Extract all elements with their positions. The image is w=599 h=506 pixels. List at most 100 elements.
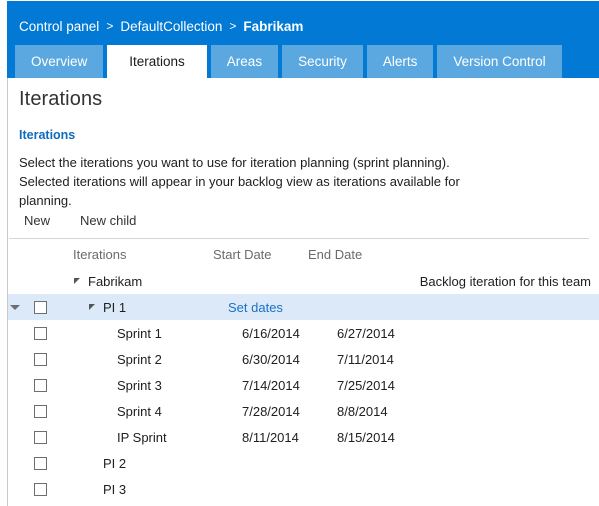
row-start-date: 8/11/2014 <box>242 429 299 445</box>
row-name-label: IP Sprint <box>117 429 167 445</box>
table-row[interactable]: PI 3 <box>8 476 599 502</box>
row-checkbox[interactable] <box>33 456 47 470</box>
table-row[interactable]: PI 1 Set dates <box>8 294 599 320</box>
row-start-date: 7/14/2014 <box>242 377 300 393</box>
row-gutter <box>8 372 21 398</box>
breadcrumb-item-fabrikam[interactable]: Fabrikam <box>243 19 303 34</box>
row-checkbox-cell <box>21 398 59 424</box>
row-name-label: PI 1 <box>103 299 127 315</box>
new-child-button[interactable]: New child <box>76 211 140 230</box>
chevron-down-icon[interactable] <box>9 304 20 310</box>
grid-toolbar: New New child <box>9 203 589 239</box>
backlog-iteration-note: Backlog iteration for this team <box>419 273 591 289</box>
grid-check-header <box>21 240 59 268</box>
expand-collapse-arrow-icon[interactable] <box>88 302 99 313</box>
expand-collapse-arrow-icon <box>88 458 99 469</box>
content-pane: Iterations Iterations Select the iterati… <box>7 78 599 506</box>
tab-overview[interactable]: Overview <box>15 45 104 78</box>
row-name-label: Sprint 4 <box>117 403 162 419</box>
breadcrumb-separator-icon: > <box>106 19 114 33</box>
grid-header-row: Iterations Start Date End Date <box>8 240 599 268</box>
expand-collapse-arrow-icon <box>102 380 113 391</box>
row-gutter <box>8 320 21 346</box>
expand-collapse-arrow-icon <box>102 354 113 365</box>
expand-collapse-arrow-icon[interactable] <box>73 276 84 287</box>
row-name-label: Sprint 3 <box>117 377 162 393</box>
tab-iterations[interactable]: Iterations <box>107 45 207 78</box>
grid-gutter-header <box>8 240 21 268</box>
section-description: Select the iterations you want to use fo… <box>19 155 460 208</box>
row-checkbox-cell <box>21 268 59 294</box>
tab-label: Iterations <box>129 54 185 69</box>
row-name-cell: Sprint 3 <box>59 372 242 398</box>
tab-security[interactable]: Security <box>282 45 363 78</box>
breadcrumb-item-default-collection[interactable]: DefaultCollection <box>120 19 222 34</box>
column-header-end-date: End Date <box>308 246 363 262</box>
row-checkbox-cell <box>21 346 59 372</box>
row-name-cell: IP Sprint <box>59 424 242 450</box>
row-end-date: 7/25/2014 <box>337 377 395 393</box>
page-header: Control panel > DefaultCollection > Fabr… <box>0 0 599 78</box>
row-start-date: 7/28/2014 <box>242 403 300 419</box>
expand-collapse-arrow-icon <box>102 432 113 443</box>
row-gutter <box>8 424 21 450</box>
row-checkbox-cell <box>21 320 59 346</box>
table-row[interactable]: Sprint 1 6/16/2014 6/27/2014 <box>8 320 599 346</box>
expand-collapse-arrow-icon <box>88 484 99 495</box>
row-name-label: Sprint 2 <box>117 351 162 367</box>
table-row[interactable]: Sprint 3 7/14/2014 7/25/2014 <box>8 372 599 398</box>
row-name-cell: PI 1 <box>59 294 228 320</box>
row-name-label: PI 3 <box>103 481 127 497</box>
row-name-cell: Sprint 2 <box>59 346 242 372</box>
tab-areas[interactable]: Areas <box>210 45 279 78</box>
control-panel-window: Control panel > DefaultCollection > Fabr… <box>0 0 599 506</box>
table-row[interactable]: IP Sprint 8/11/2014 8/15/2014 <box>8 424 599 450</box>
table-row[interactable]: PI 2 <box>8 450 599 476</box>
new-button[interactable]: New <box>20 211 54 230</box>
row-gutter <box>8 476 21 502</box>
row-checkbox-cell <box>21 372 59 398</box>
row-name-cell: Sprint 1 <box>59 320 242 346</box>
row-start-date: Set dates <box>228 300 323 315</box>
breadcrumb-item-control-panel[interactable]: Control panel <box>19 19 99 34</box>
tab-label: Areas <box>226 54 263 69</box>
row-checkbox[interactable] <box>33 378 47 392</box>
row-name-label: Fabrikam <box>88 273 143 289</box>
row-gutter <box>8 294 21 320</box>
row-start-date: 6/30/2014 <box>242 351 300 367</box>
row-name-cell: Sprint 4 <box>59 398 242 424</box>
page-title: Iterations <box>19 88 103 110</box>
row-checkbox-cell <box>21 476 59 502</box>
tab-bar: Overview Iterations Areas Security Alert… <box>15 45 566 78</box>
row-checkbox[interactable] <box>33 404 47 418</box>
row-checkbox[interactable] <box>33 482 47 496</box>
row-checkbox[interactable] <box>33 300 47 314</box>
row-end-date: 8/8/2014 <box>337 403 388 419</box>
table-row[interactable]: Sprint 2 6/30/2014 7/11/2014 <box>8 346 599 372</box>
column-header-start-date: Start Date <box>213 246 272 262</box>
breadcrumb-separator-icon: > <box>229 19 237 33</box>
table-row[interactable]: Sprint 4 7/28/2014 8/8/2014 <box>8 398 599 424</box>
table-row[interactable]: Fabrikam Backlog iteration for this team <box>8 268 599 294</box>
row-end-date: 6/27/2014 <box>337 325 395 341</box>
tab-label: Version Control <box>453 54 546 69</box>
tab-version-control[interactable]: Version Control <box>437 45 562 78</box>
expand-collapse-arrow-icon <box>102 328 113 339</box>
tab-label: Overview <box>31 54 88 69</box>
row-name-cell: PI 2 <box>59 450 228 476</box>
row-name-label: PI 2 <box>103 455 127 471</box>
set-dates-link[interactable]: Set dates <box>228 300 283 315</box>
row-end-date: 7/11/2014 <box>337 351 394 367</box>
row-gutter <box>8 398 21 424</box>
row-name-cell: Fabrikam <box>59 268 213 294</box>
row-gutter <box>8 268 21 294</box>
tab-alerts[interactable]: Alerts <box>366 45 434 78</box>
row-gutter <box>8 346 21 372</box>
row-checkbox[interactable] <box>33 326 47 340</box>
row-checkbox[interactable] <box>33 430 47 444</box>
row-checkbox[interactable] <box>33 352 47 366</box>
breadcrumb: Control panel > DefaultCollection > Fabr… <box>19 17 303 35</box>
iterations-grid: Iterations Start Date End Date Fabrikam … <box>8 240 599 502</box>
row-end-date: 8/15/2014 <box>337 429 395 445</box>
row-name-cell: PI 3 <box>59 476 228 502</box>
